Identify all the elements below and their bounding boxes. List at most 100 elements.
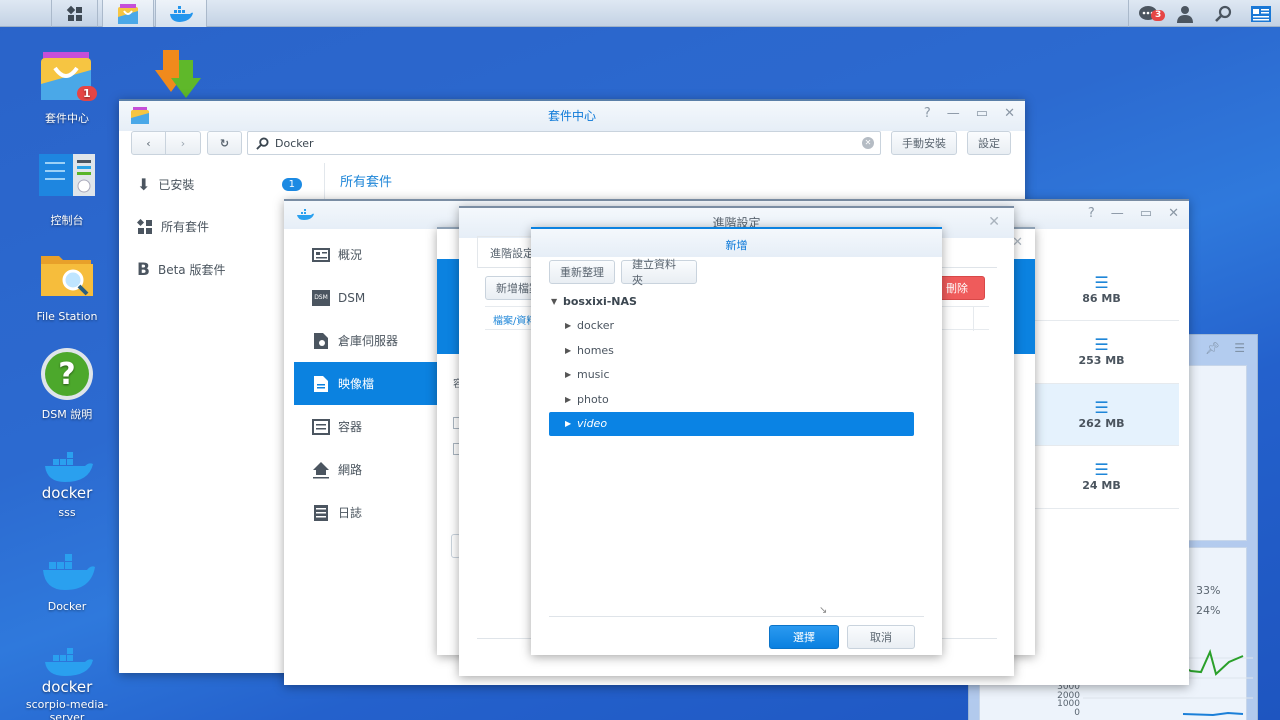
pin-icon[interactable]: 📌︎ [1205, 341, 1220, 355]
minimize-icon[interactable]: — [1111, 206, 1124, 221]
taskbar-docker[interactable] [155, 0, 207, 27]
manual-install-button[interactable]: 手動安裝 [891, 131, 957, 155]
tree-item-docker[interactable]: ▶ docker [549, 314, 914, 339]
image-row[interactable]: ☰ 262 MB [1024, 384, 1179, 446]
widgets-button[interactable] [1242, 0, 1280, 27]
sidebar-item-label: 倉庫伺服器 [338, 334, 399, 348]
tree-item-label: video [577, 417, 608, 431]
notification-badge: 3 [1151, 10, 1166, 21]
sidebar-item-label: 概況 [338, 248, 363, 262]
desktop-icon-file-station[interactable]: File Station [12, 250, 122, 323]
main-menu-icon [66, 5, 82, 21]
close-icon[interactable]: ✕ [1004, 106, 1015, 121]
desktop-icon-scorpio-media-server[interactable]: docker scorpio-media-server [12, 648, 122, 720]
database-icon: ☰ [1094, 335, 1109, 354]
ram-percent: 24% [1196, 604, 1221, 617]
tree-item-label: homes [577, 343, 614, 357]
minimize-icon[interactable]: — [947, 106, 960, 121]
download-station-icon[interactable] [155, 50, 211, 100]
caret-right-icon[interactable]: ▶ [565, 395, 577, 404]
control-panel-icon [39, 152, 95, 208]
close-icon[interactable]: ✕ [1168, 206, 1179, 221]
tree-item-photo[interactable]: ▶ photo [549, 387, 914, 412]
tree-root[interactable]: ▼ bosxixi-NAS [549, 289, 914, 314]
caret-right-icon[interactable]: ▶ [565, 346, 577, 355]
desktop-icon-label: File Station [36, 310, 98, 323]
sidebar-item-network[interactable]: 網路 [294, 448, 448, 491]
select-button[interactable]: 選擇 [769, 625, 839, 649]
refresh-button[interactable]: 重新整理 [549, 260, 615, 284]
tree-item-label: photo [577, 392, 609, 406]
download-line [1182, 711, 1244, 717]
window-title: 套件中心 [547, 109, 596, 123]
image-row[interactable]: ☰ 86 MB [1024, 259, 1179, 321]
image-row[interactable]: ☰ 24 MB [1024, 446, 1179, 509]
caret-right-icon[interactable]: ▶ [565, 321, 577, 330]
forward-button[interactable]: › [166, 131, 201, 155]
tree-item-homes[interactable]: ▶ homes [549, 338, 914, 363]
mouse-cursor: ↘ [819, 605, 828, 616]
close-icon[interactable]: ✕ [988, 214, 1000, 230]
sidebar-item-label: DSM [338, 290, 366, 305]
search-button[interactable] [1204, 0, 1242, 27]
search-input[interactable]: Docker ✕ [247, 131, 881, 155]
sidebar-item-image[interactable]: 映像檔 [294, 362, 448, 405]
docker-icon [297, 209, 314, 220]
desktop-icon-control-panel[interactable]: 控制台 [12, 152, 122, 228]
docker-icon [170, 5, 193, 22]
docker-logo-text: docker [41, 678, 93, 696]
desktop-icon-label: Docker [47, 600, 87, 613]
package-center-icon [118, 3, 138, 24]
caret-right-icon[interactable]: ▶ [565, 419, 577, 428]
sidebar-item-container[interactable]: 容器 [294, 405, 448, 448]
docker-icon [39, 550, 95, 592]
database-icon: ☰ [1094, 273, 1109, 292]
desktop-icon-label: DSM 說明 [41, 408, 93, 421]
desktop-icon-dsm-help[interactable]: ? DSM 說明 [12, 346, 122, 422]
clear-search-icon[interactable]: ✕ [862, 137, 874, 149]
image-size: 262 MB [1078, 417, 1125, 430]
taskbar: 3 [0, 0, 1280, 27]
docker-icon [39, 648, 95, 678]
main-menu-button[interactable] [52, 0, 98, 27]
cancel-button[interactable]: 取消 [847, 625, 915, 649]
maximize-icon[interactable]: ▭ [976, 106, 988, 121]
file-station-icon [39, 250, 95, 306]
desktop-icon-label: scorpio-media-server [25, 698, 109, 720]
caret-down-icon[interactable]: ▼ [551, 297, 563, 306]
refresh-button[interactable]: ↻ [207, 131, 242, 155]
create-folder-button[interactable]: 建立資料夾 [621, 258, 697, 287]
taskbar-package-center[interactable] [102, 0, 154, 27]
docker-logo-text: docker [41, 484, 93, 502]
caret-right-icon[interactable]: ▶ [565, 370, 577, 379]
desktop-icon-docker[interactable]: Docker [12, 550, 122, 613]
desktop-icon-package-center[interactable]: 1 套件中心 [12, 50, 122, 126]
desktop-icon-sss[interactable]: docker sss [12, 450, 122, 519]
container-icon [312, 418, 330, 435]
tree-item-music[interactable]: ▶ music [549, 363, 914, 388]
back-button[interactable]: ‹ [131, 131, 166, 155]
download-icon: ⬇ [137, 174, 151, 194]
maximize-icon[interactable]: ▭ [1140, 206, 1152, 221]
svg-text:?: ? [58, 357, 75, 392]
sidebar-item-overview[interactable]: 概況 [294, 233, 448, 276]
tree-item-label: music [577, 368, 610, 382]
package-center-badge: 1 [77, 86, 97, 101]
y-tick: 1000 [1057, 699, 1080, 709]
sidebar-item-registry[interactable]: 倉庫伺服器 [294, 319, 448, 362]
dsm-icon: DSM [312, 289, 330, 306]
help-icon[interactable]: ? [924, 106, 931, 121]
image-row[interactable]: ☰ 253 MB [1024, 321, 1179, 384]
widget-menu-icon[interactable]: ☰ [1234, 341, 1245, 355]
package-center-icon: 1 [39, 50, 97, 106]
user-button[interactable] [1166, 0, 1204, 27]
settings-button[interactable]: 設定 [967, 131, 1011, 155]
sidebar-item-log[interactable]: 日誌 [294, 491, 448, 534]
all-packages-icon [137, 218, 152, 234]
tree-root-label: bosxixi-NAS [563, 294, 637, 308]
section-title: 所有套件 [340, 175, 393, 190]
help-icon[interactable]: ? [1088, 206, 1095, 221]
sidebar-item-dsm[interactable]: DSM DSM [294, 276, 448, 319]
tree-item-video[interactable]: ▶ video [549, 411, 914, 436]
notifications-button[interactable]: 3 [1128, 0, 1166, 27]
